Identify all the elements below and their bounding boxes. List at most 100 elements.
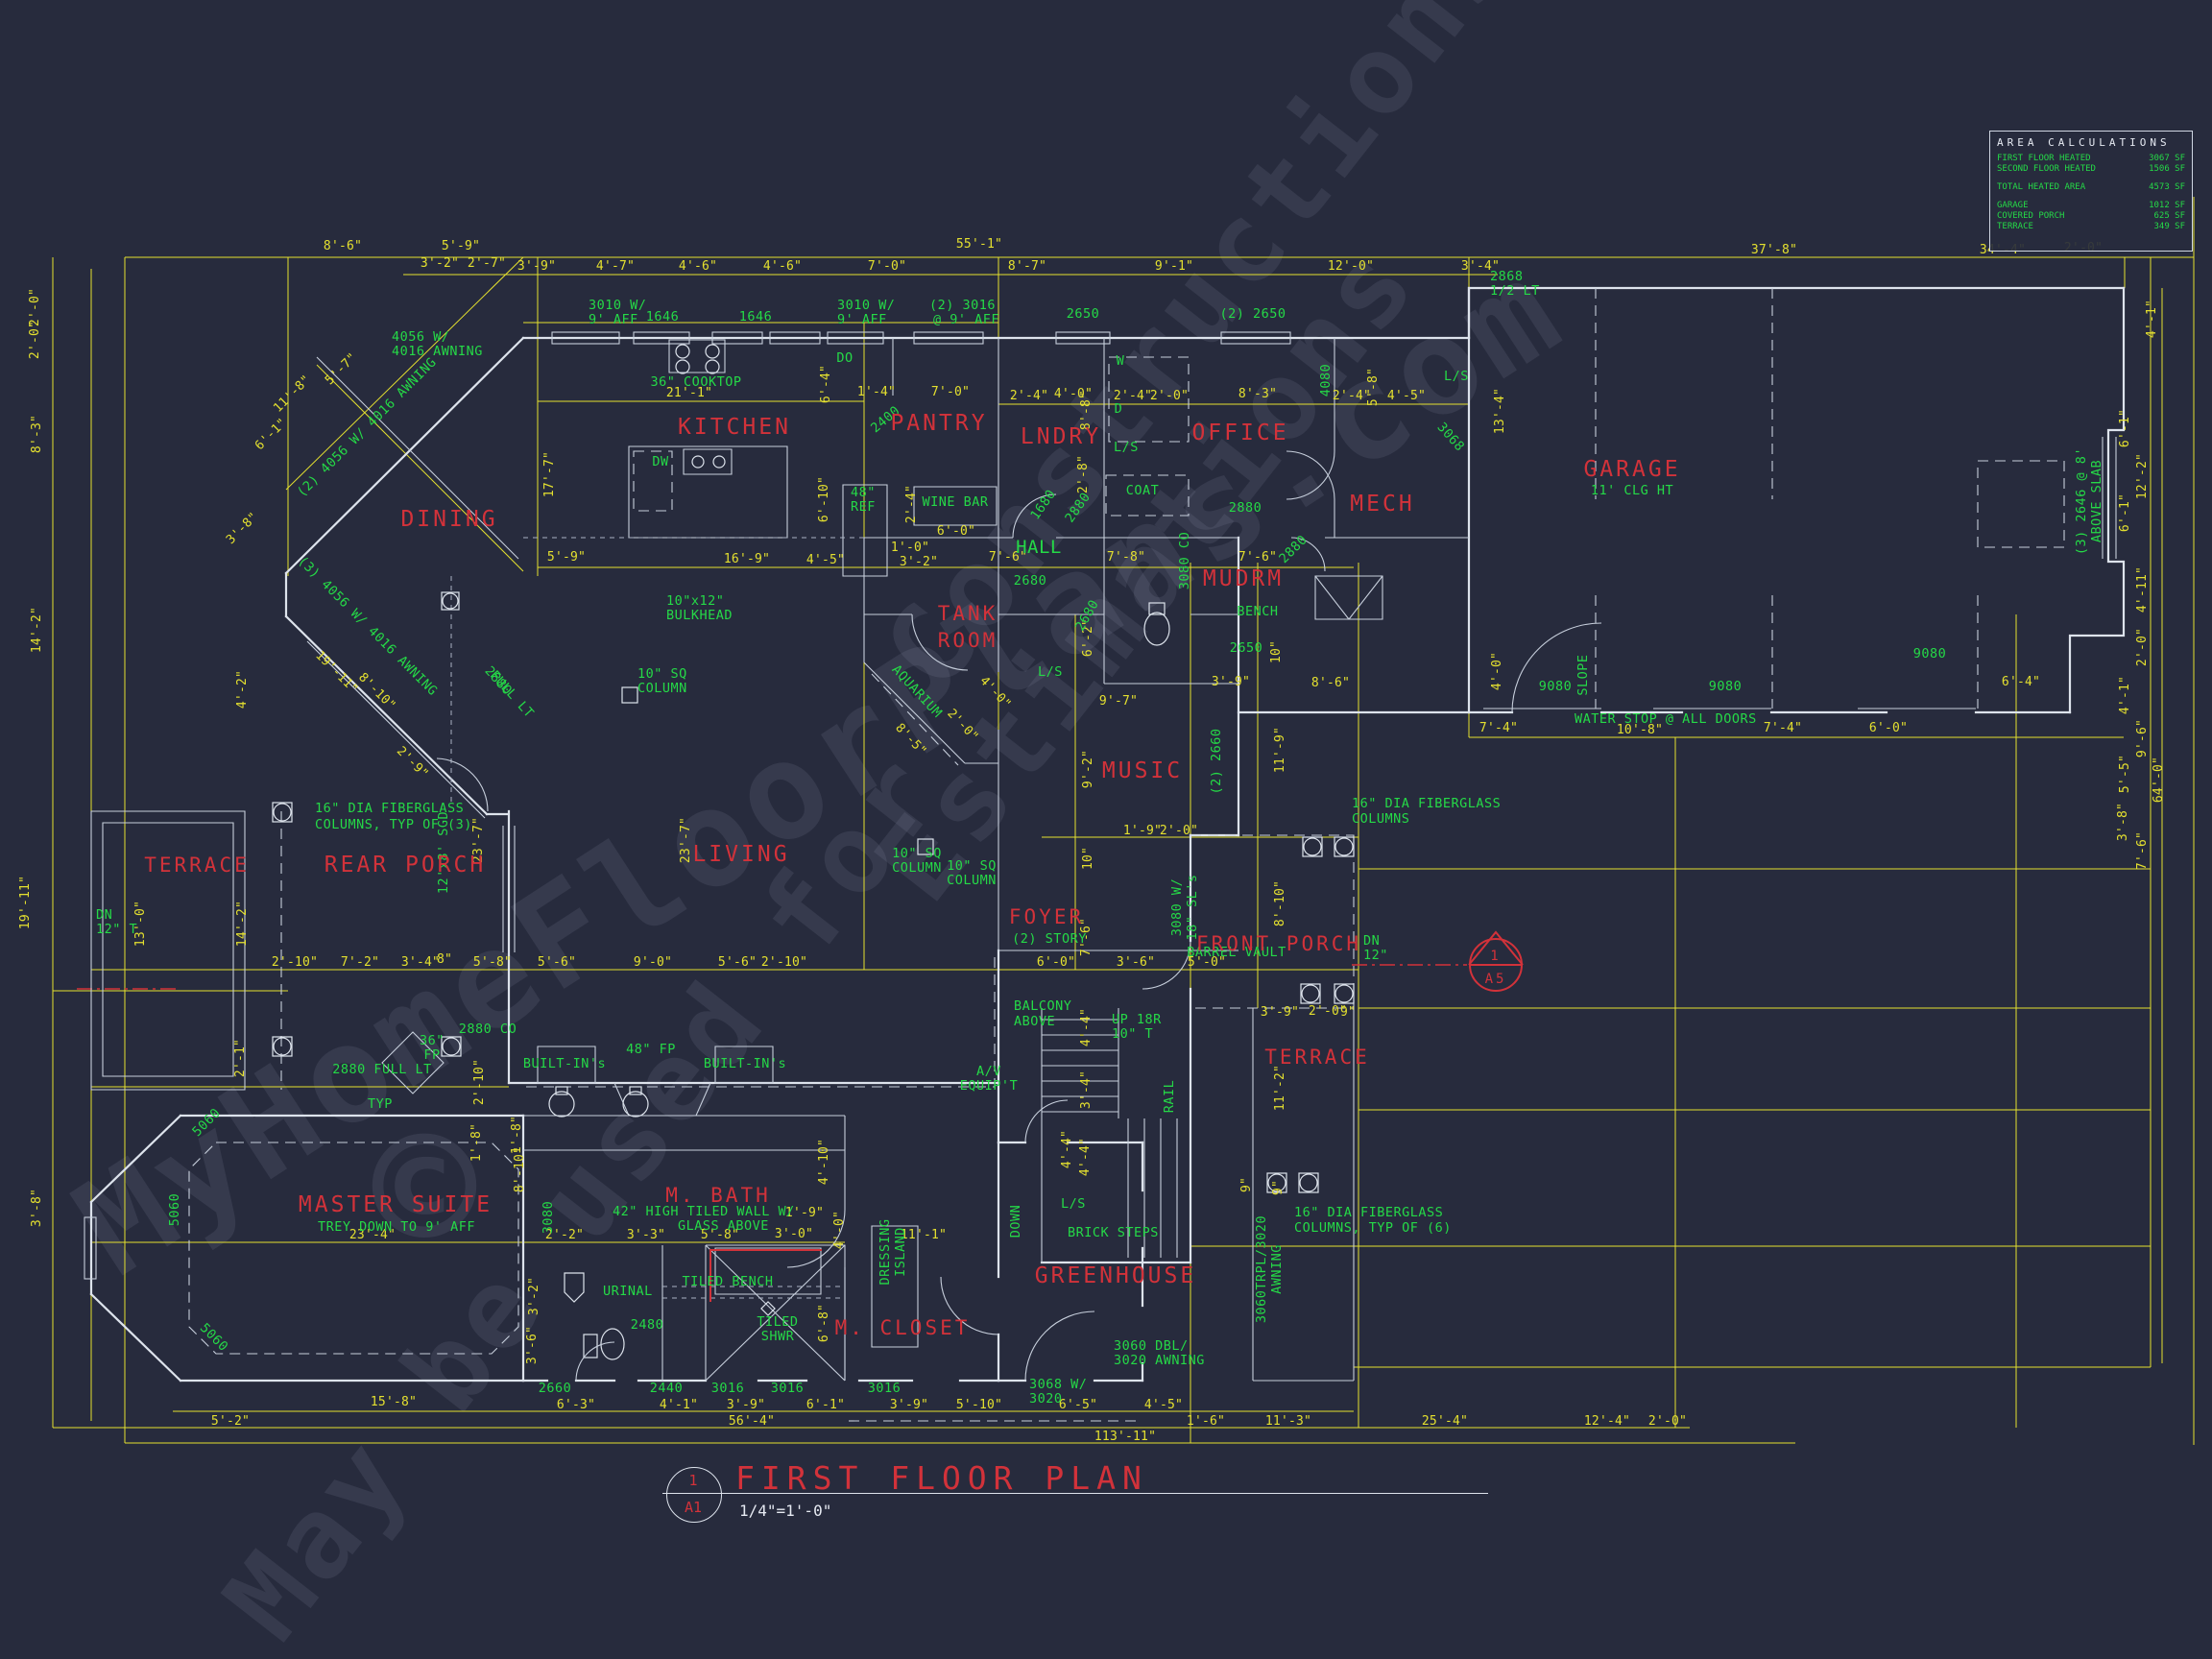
dimension-label: 12'-0": [1328, 259, 1374, 274]
annotation-label: 4080: [1318, 364, 1334, 397]
dimension-label: 13'-4": [1493, 388, 1507, 434]
dimension-label: 2'-0": [2135, 628, 2150, 666]
annotation-label: L/S: [1444, 369, 1469, 384]
floor-plan-drawing: MyHomeFloorPlans.comConstructionsEstimat…: [0, 0, 2212, 1659]
dimension-label: 7'-6": [2135, 831, 2150, 870]
annotation-label: COLUMN: [947, 873, 997, 888]
annotation-label: 10" SQ: [947, 858, 997, 874]
dimension-label: 2'-10": [272, 955, 318, 970]
dimension-label: 6'-3": [557, 1398, 595, 1412]
dimension-label: 3'-6": [1117, 955, 1155, 970]
dimension-label: 8'-3": [30, 415, 44, 453]
callout-number: 1: [666, 1472, 720, 1489]
room-label: LIVING: [692, 842, 789, 867]
dimension-label: 9'-6": [2135, 719, 2150, 757]
dimension-label: 2'-1": [233, 1039, 248, 1077]
annotation-label: COLUMNS: [1352, 811, 1409, 827]
annotation-label: (3) 2646 @ 8': [2074, 447, 2089, 555]
dimension-label: 4'-4": [1060, 1130, 1074, 1168]
dimension-label: 2'-7": [468, 256, 506, 271]
area-row-total: TOTAL HEATED AREA4573 SF: [1997, 182, 2185, 193]
title-block: 1 A1 FIRST FLOOR PLAN 1/4"=1'-0": [662, 1463, 1527, 1550]
annotation-label: URINAL: [603, 1284, 653, 1299]
dimension-label: 4'-5": [1387, 389, 1426, 403]
dimension-label: 4'-2": [235, 670, 250, 709]
dimension-label: 9'-1": [1155, 259, 1193, 274]
dimension-label: 3'-6": [525, 1326, 540, 1364]
annotation-label: COLUMNS, TYP OF (6): [1294, 1220, 1452, 1236]
dimension-label: 6'-1": [806, 1398, 845, 1412]
annotation-label: FULL LT: [487, 668, 537, 722]
area-row-terrace: TERRACE349 SF: [1997, 222, 2185, 232]
annotation-label: 48" FP: [626, 1042, 676, 1057]
annotation-label: FP: [423, 1047, 440, 1063]
dimension-label: 4'-4": [1079, 1008, 1094, 1046]
dimension-label: 2'-4": [904, 485, 919, 523]
room-label: GARAGE: [1583, 457, 1680, 482]
room-label: 1: [1490, 949, 1501, 964]
annotation-label: L/S: [1038, 664, 1063, 680]
annotation-label: 12": [1363, 948, 1388, 963]
dimension-label: 11'-8": [271, 373, 314, 416]
annotation-label: COLUMN: [637, 681, 687, 696]
annotation-label: 11' CLG HT: [1591, 483, 1673, 498]
room-label: M. BATH: [665, 1184, 771, 1207]
annotation-label: 9' AFF: [837, 312, 887, 327]
dimension-label: 2'-4": [1010, 389, 1048, 403]
annotation-label: 2680: [1014, 573, 1047, 589]
dimension-label: 6'-0": [937, 524, 975, 539]
dimension-label: 3'-2": [421, 256, 459, 271]
annotation-label: COAT: [1126, 483, 1160, 498]
annotation-label: BRICK STEPS: [1068, 1225, 1159, 1240]
annotation-label: (2) 3016: [929, 298, 996, 313]
dimension-label: 19'-11": [18, 876, 33, 929]
annotation-label: 3016: [868, 1381, 902, 1396]
annotation-label: 3080 CO: [1177, 532, 1192, 589]
dimension-label: 4'-6": [763, 259, 802, 274]
room-label: ROOM: [938, 629, 998, 652]
dimension-label: 11'-9": [1273, 727, 1287, 773]
annotation-label: @ 9' AFF: [933, 312, 999, 327]
dimension-label: 2'-9": [394, 744, 431, 781]
annotation-label: 10" SQ: [892, 846, 942, 861]
dimension-label: 3'-4": [401, 955, 440, 970]
room-label: TANK: [938, 602, 998, 625]
annotation-label: 1646: [646, 309, 680, 325]
annotation-label: WINE BAR: [922, 494, 988, 510]
callout-sheet: A1: [666, 1499, 720, 1516]
annotation-label: TYP: [368, 1096, 393, 1112]
dimension-label: 3'-8": [224, 510, 261, 547]
annotation-label: 10" SQ: [637, 666, 687, 682]
dimension-label: 5'-9": [547, 550, 586, 565]
annotation-label: (2) 2650: [1219, 306, 1286, 322]
dimension-label: 9": [1239, 1177, 1254, 1192]
dimension-label: 1'-8": [469, 1123, 484, 1162]
dimension-label: 11'-2": [1273, 1065, 1287, 1111]
dimension-label: 8'-6": [324, 239, 362, 253]
dimension-label: 3'-9": [727, 1398, 765, 1412]
room-label: GREENHOUSE: [1035, 1263, 1196, 1288]
annotation-label: TILED BENCH: [683, 1274, 774, 1289]
annotation-label: (2) 2660: [1209, 728, 1224, 794]
annotation-label: 3060 DBL/: [1114, 1338, 1189, 1354]
annotation-label: COLUMN: [892, 860, 942, 876]
annotation-label: UP 18R: [1112, 1012, 1162, 1027]
dimension-label: 3'-2": [527, 1277, 541, 1315]
dimension-label: 1'-6": [1187, 1414, 1225, 1429]
area-row-garage: GARAGE1012 SF: [1997, 201, 2185, 211]
annotation-label: SLOPE: [1575, 654, 1591, 695]
annotation-label: (2) 4056 W/ 4016 AWNING: [294, 354, 440, 500]
dimension-label: 5'-8": [1366, 368, 1381, 406]
annotation-label: REF: [851, 499, 876, 515]
annotation-label: 48": [851, 485, 876, 500]
room-label: OFFICE: [1191, 421, 1288, 445]
dimension-label: 3'-9": [1212, 675, 1250, 689]
dimension-label: 19'-11": [312, 648, 360, 696]
dimension-label: 2'-0": [1150, 389, 1189, 403]
room-label: FRONT PORCH: [1196, 932, 1361, 955]
dimension-label: 7'-0": [931, 385, 970, 399]
annotation-label: BUILT-IN's: [704, 1056, 786, 1071]
annotation-label: HALL: [1016, 537, 1062, 558]
dimension-label: 2'-8": [1076, 455, 1091, 493]
dimension-label: 8'-6": [1311, 676, 1350, 690]
